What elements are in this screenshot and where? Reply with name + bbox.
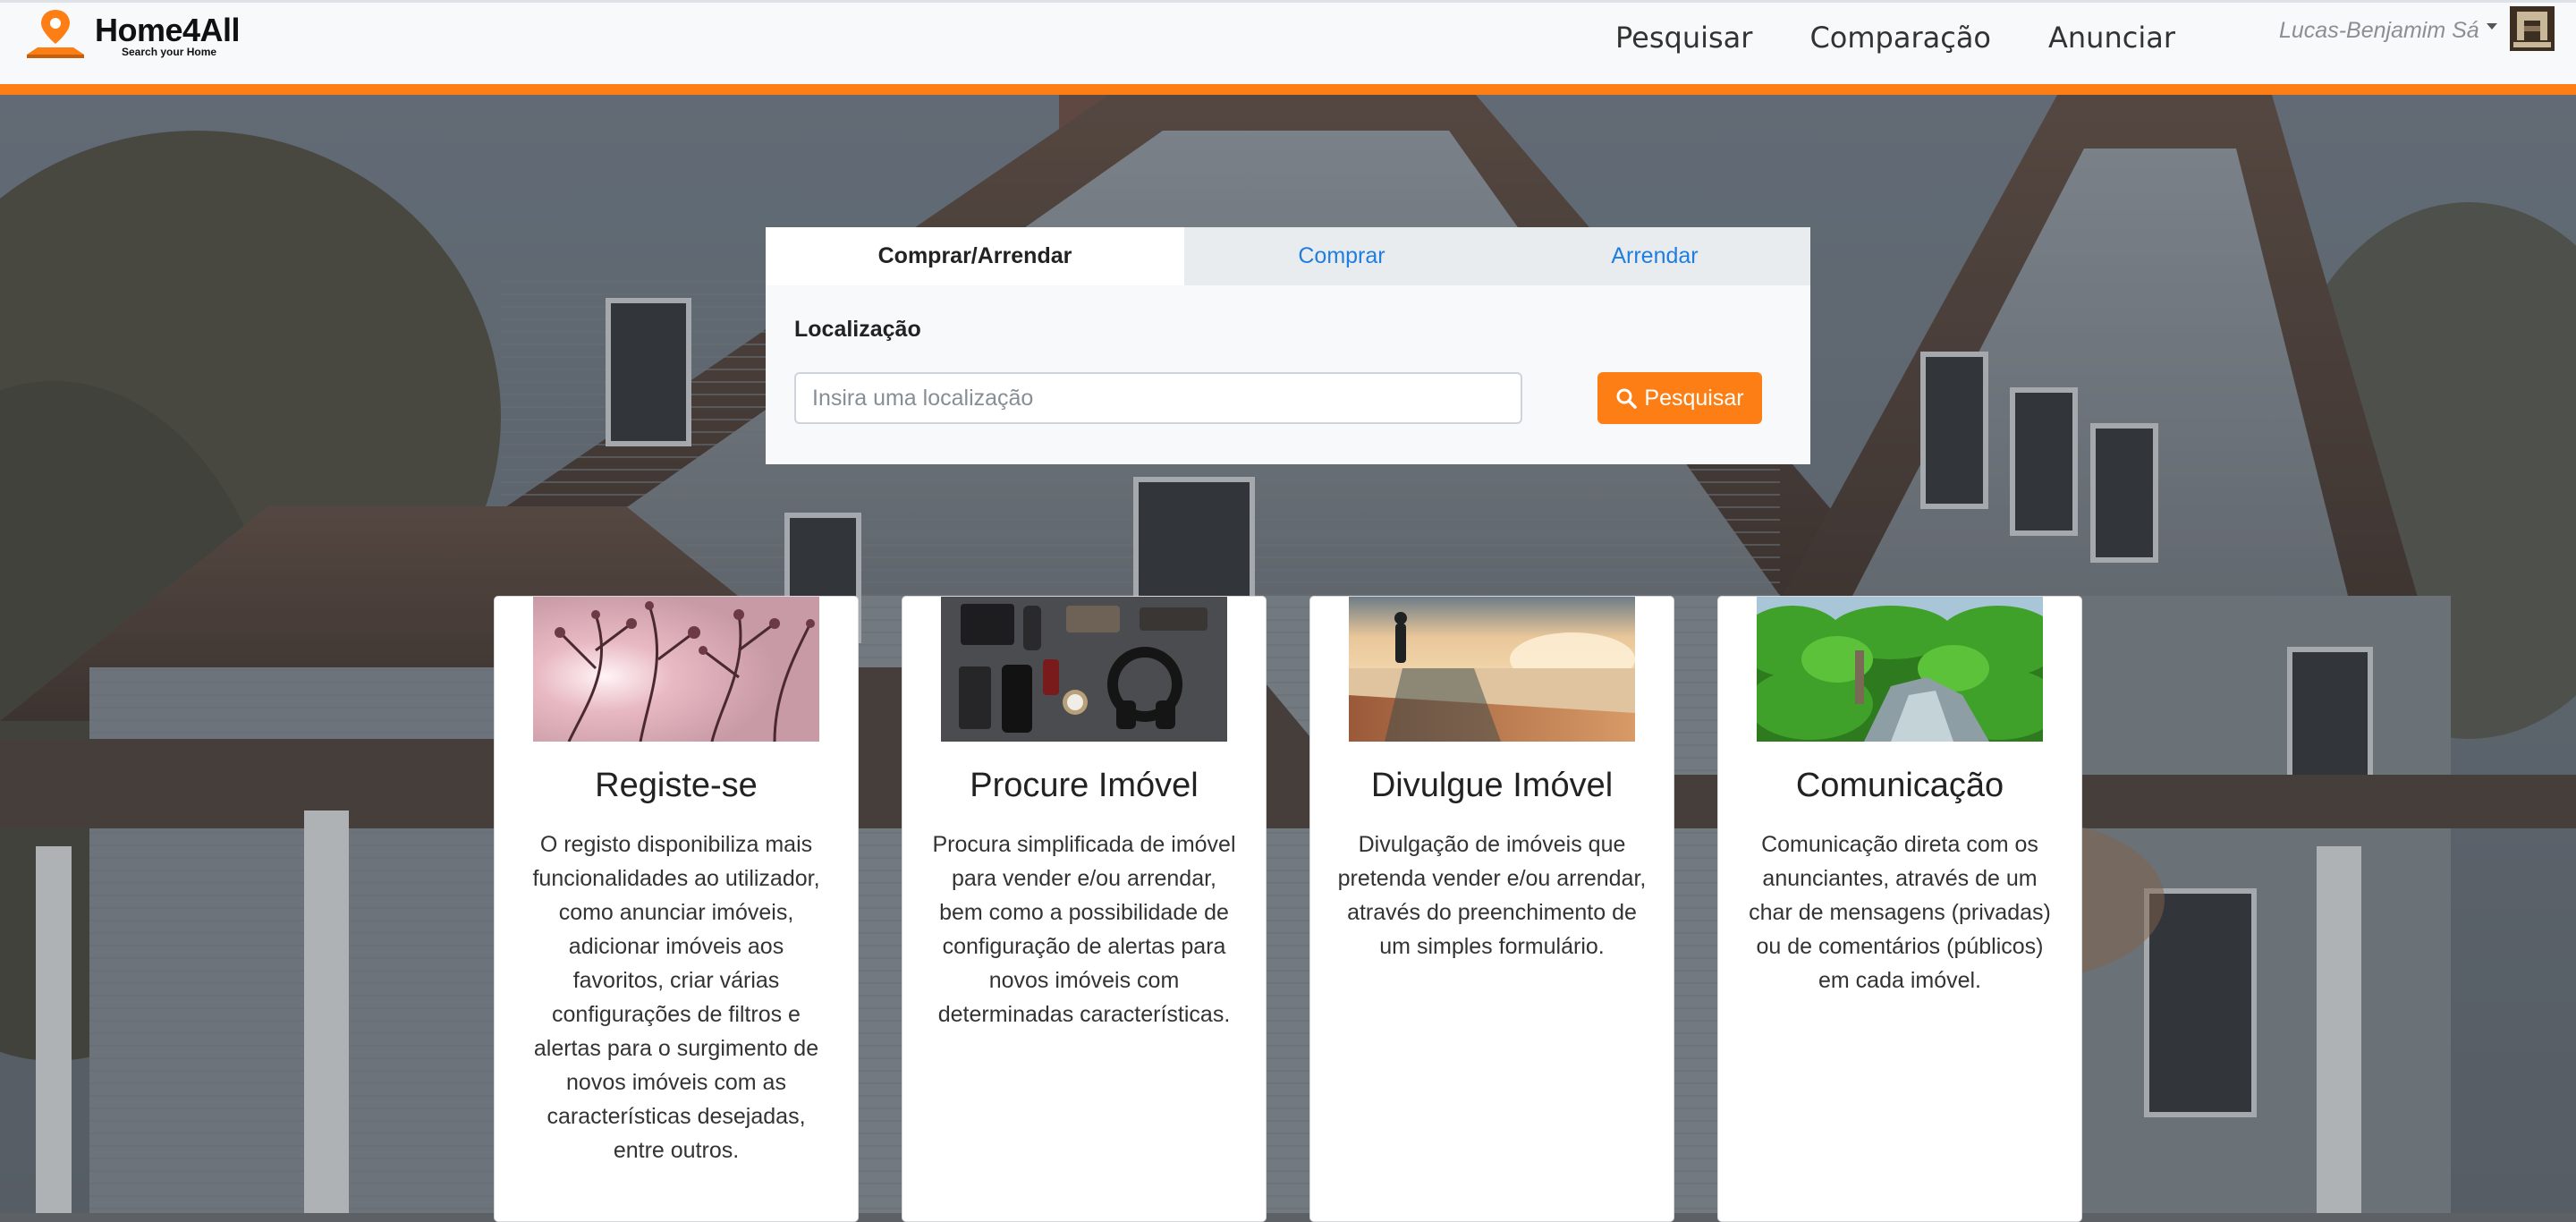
- nav-link-anunciar[interactable]: Anunciar: [2020, 15, 2204, 60]
- navbar-accent-stripe: [0, 84, 2576, 95]
- brand-logo[interactable]: Home4All Search your Home: [23, 6, 256, 65]
- house-pin-logo-icon: [27, 10, 84, 58]
- brand-name: Home4All: [95, 12, 241, 48]
- search-icon: [1616, 388, 1638, 409]
- feature-card-communication: Comunicação Comunicação direta com os an…: [1717, 596, 2082, 1222]
- search-button[interactable]: Pesquisar: [1597, 372, 1762, 424]
- location-input[interactable]: [794, 372, 1522, 424]
- nav-link-pesquisar[interactable]: Pesquisar: [1592, 15, 1781, 60]
- tab-comprar-arrendar[interactable]: Comprar/Arrendar: [766, 227, 1184, 285]
- main-nav: Pesquisar Comparação Anunciar: [1592, 15, 2204, 60]
- feature-card-register: Registe-se O registo disponibiliza mais …: [494, 596, 859, 1222]
- card-image-accessories: [941, 597, 1227, 742]
- caret-down-icon: [2486, 22, 2497, 30]
- search-button-label: Pesquisar: [1644, 385, 1744, 411]
- card-image-forest: [1757, 597, 2043, 742]
- card-description: Procura simplificada de imóvel para vend…: [932, 832, 1236, 1027]
- nav-link-comparacao[interactable]: Comparação: [1781, 15, 2020, 60]
- user-name: Lucas-Benjamim Sá: [2279, 18, 2479, 43]
- card-title: Divulgue Imóvel: [1370, 767, 1614, 804]
- brand-tagline: Search your Home: [122, 46, 217, 58]
- location-label: Localização: [794, 317, 921, 342]
- avatar[interactable]: [2510, 6, 2555, 51]
- card-title: Procure Imóvel: [970, 767, 1199, 804]
- feature-card-publish-property: Divulgue Imóvel Divulgação de imóveis qu…: [1309, 596, 1674, 1222]
- property-search-panel: Comprar/Arrendar Comprar Arrendar Locali…: [766, 227, 1810, 464]
- card-image-seashore: [1349, 597, 1635, 742]
- card-title: Registe-se: [595, 767, 758, 804]
- card-image-blossom: [533, 597, 819, 742]
- card-title: Comunicação: [1795, 767, 2004, 804]
- card-description: O registo disponibiliza mais funcionalid…: [532, 832, 820, 1163]
- card-description: Comunicação direta com os anunciantes, a…: [1749, 832, 2051, 993]
- tab-comprar[interactable]: Comprar: [1184, 227, 1499, 285]
- card-description: Divulgação de imóveis que pretenda vende…: [1337, 832, 1647, 959]
- search-tabs: Comprar/Arrendar Comprar Arrendar: [766, 227, 1810, 285]
- avatar-image: [2510, 6, 2555, 51]
- feature-card-search-property: Procure Imóvel Procura simplificada de i…: [902, 596, 1267, 1222]
- top-navbar: Home4All Search your Home Pesquisar Comp…: [0, 0, 2576, 84]
- user-menu-dropdown[interactable]: Lucas-Benjamim Sá: [2279, 15, 2497, 46]
- tab-arrendar[interactable]: Arrendar: [1499, 227, 1810, 285]
